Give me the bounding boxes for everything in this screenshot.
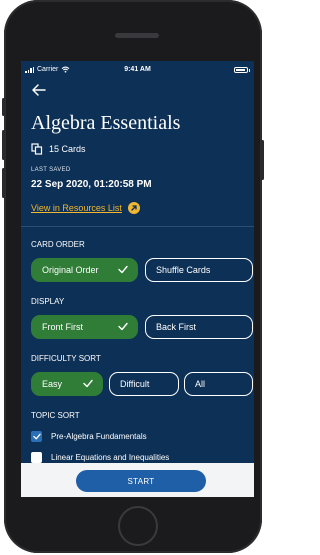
- check-icon: [32, 433, 41, 440]
- topic-linear-equations[interactable]: Linear Equations and Inequalities: [31, 452, 169, 463]
- power-button: [261, 140, 264, 180]
- difficult-button[interactable]: Difficult: [109, 372, 179, 396]
- shuffle-cards-label: Shuffle Cards: [156, 265, 211, 275]
- page-title: Algebra Essentials: [31, 112, 181, 134]
- status-bar: Carrier 9:41 AM: [21, 65, 254, 77]
- original-order-button[interactable]: Original Order: [31, 258, 138, 282]
- topic-label: Linear Equations and Inequalities: [51, 453, 170, 462]
- resources-link-row[interactable]: View in Resources List: [31, 202, 140, 214]
- card-count-row: 15 Cards: [31, 143, 86, 155]
- original-order-label: Original Order: [42, 265, 99, 275]
- back-first-button[interactable]: Back First: [145, 315, 253, 339]
- display-label: DISPLAY: [31, 297, 65, 306]
- shuffle-cards-button[interactable]: Shuffle Cards: [145, 258, 253, 282]
- front-first-label: Front First: [42, 322, 84, 332]
- easy-label: Easy: [42, 379, 63, 389]
- check-icon: [118, 322, 128, 331]
- difficult-label: Difficult: [120, 379, 150, 389]
- card-order-label: CARD ORDER: [31, 240, 85, 249]
- all-button[interactable]: All: [184, 372, 253, 396]
- app-screen: Carrier 9:41 AM Algebra Essentials 15 Ca…: [21, 61, 254, 497]
- difficulty-sort-label: DIFFICULTY SORT: [31, 354, 101, 363]
- phone-frame: Carrier 9:41 AM Algebra Essentials 15 Ca…: [2, 0, 264, 553]
- easy-button[interactable]: Easy: [31, 372, 103, 396]
- speaker-grille: [115, 33, 159, 38]
- volume-up-button: [2, 130, 5, 160]
- back-first-label: Back First: [156, 322, 197, 332]
- home-button: [118, 506, 158, 546]
- all-label: All: [195, 379, 206, 389]
- arrow-up-right-icon[interactable]: [127, 202, 140, 214]
- footer-bar: START: [21, 463, 254, 497]
- check-icon: [118, 265, 128, 274]
- checkbox-unchecked[interactable]: [31, 452, 42, 463]
- arrow-left-icon[interactable]: [31, 83, 47, 97]
- last-saved-label: LAST SAVED: [31, 167, 71, 173]
- checkbox-checked[interactable]: [31, 431, 42, 442]
- check-icon: [83, 379, 93, 388]
- battery-icon: [234, 67, 248, 73]
- mute-switch: [2, 98, 5, 116]
- last-saved-value: 22 Sep 2020, 01:20:58 PM: [31, 179, 152, 190]
- topic-label: Pre-Algebra Fundamentals: [51, 432, 147, 441]
- view-in-resources-link[interactable]: View in Resources List: [31, 203, 122, 213]
- topic-pre-algebra[interactable]: Pre-Algebra Fundamentals: [31, 431, 147, 442]
- volume-down-button: [2, 168, 5, 198]
- start-button[interactable]: START: [76, 470, 206, 492]
- cards-icon: [31, 143, 43, 155]
- status-time: 9:41 AM: [124, 66, 151, 73]
- front-first-button[interactable]: Front First: [31, 315, 138, 339]
- divider: [21, 226, 254, 227]
- card-count: 15 Cards: [49, 144, 86, 154]
- topic-sort-label: TOPIC SORT: [31, 411, 80, 420]
